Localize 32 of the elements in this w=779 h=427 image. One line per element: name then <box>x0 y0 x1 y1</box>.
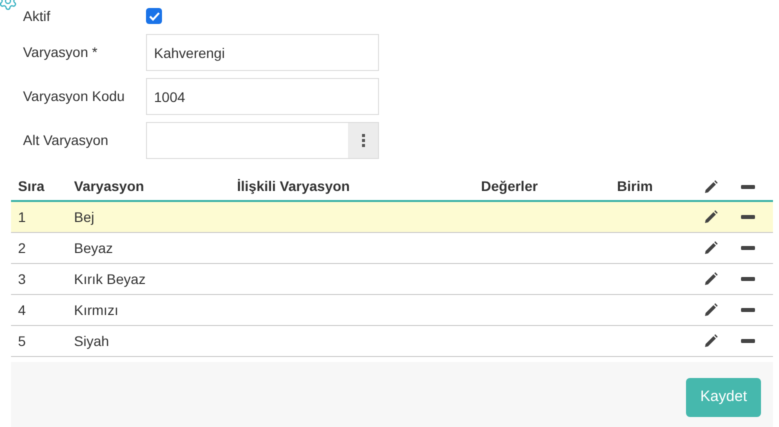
more-icon[interactable] <box>348 123 378 158</box>
table-cell: 3 <box>18 270 26 286</box>
text-field[interactable]: Kahverengi <box>146 34 379 71</box>
picker-field[interactable] <box>146 122 379 159</box>
pencil-icon[interactable] <box>704 272 718 286</box>
pencil-icon[interactable] <box>704 334 718 348</box>
table-cell: 5 <box>18 332 26 348</box>
text-field[interactable]: 1004 <box>146 78 379 115</box>
pencil-icon[interactable] <box>704 210 718 224</box>
table-cell: 4 <box>18 302 26 318</box>
column-header: Sıra <box>18 178 44 194</box>
field-label: Varyasyon Kodu <box>23 87 126 106</box>
minus-icon[interactable] <box>741 184 755 188</box>
table-cell: Kırık Beyaz <box>74 270 146 286</box>
column-header: Birim <box>617 178 653 194</box>
table-row[interactable]: 1 Bej <box>11 202 773 233</box>
field-label: Alt Varyasyon <box>23 131 110 150</box>
pencil-icon[interactable] <box>704 303 718 317</box>
table-cell: 1 <box>18 208 26 224</box>
column-header: İlişkili Varyasyon <box>237 178 350 194</box>
pencil-icon[interactable] <box>704 180 718 194</box>
table-cell: 2 <box>18 240 26 256</box>
table-cell: Beyaz <box>74 240 113 256</box>
table-cell: Bej <box>74 208 94 224</box>
column-header: Değerler <box>481 178 538 194</box>
table-cell: Siyah <box>74 332 110 348</box>
table-cell: Kırmızı <box>74 302 118 318</box>
active-label: Aktif <box>23 6 52 26</box>
field-label: Varyasyon * <box>23 43 98 62</box>
pencil-icon[interactable] <box>704 241 718 255</box>
column-header: Varyasyon <box>74 178 144 194</box>
active-checkbox[interactable] <box>146 8 162 24</box>
